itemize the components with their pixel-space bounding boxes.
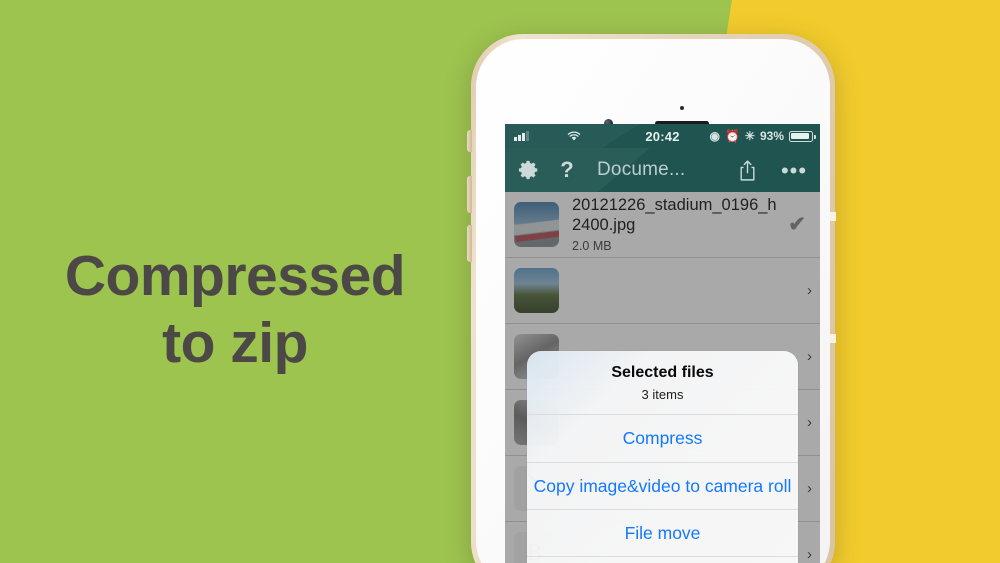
status-bar: 20:42 ◉ ⏰ ✳ 93%: [505, 124, 820, 148]
chevron-right-icon[interactable]: ›: [798, 348, 812, 365]
headline-line-2: to zip: [162, 310, 308, 375]
share-icon[interactable]: [726, 159, 768, 182]
antenna-band-top: [830, 212, 836, 221]
action-sheet-subtitle: 3 items: [641, 387, 684, 403]
file-thumbnail: [514, 202, 559, 247]
gear-icon[interactable]: [507, 159, 551, 181]
app-navigation-bar: ? Docume... •••: [505, 148, 820, 192]
status-bar-clock: 20:42: [645, 128, 680, 144]
phone-device-frame: 20:42 ◉ ⏰ ✳ 93% ? Docume... ••• 20121226…: [467, 34, 836, 563]
chevron-right-icon[interactable]: ›: [798, 480, 812, 497]
file-thumbnail: [514, 268, 559, 313]
action-file-move-button[interactable]: File move: [527, 508, 798, 556]
volume-up-button[interactable]: [467, 176, 472, 213]
action-sheet-title: Selected files: [611, 364, 714, 382]
chevron-right-icon[interactable]: ›: [798, 546, 812, 563]
action-sheet: Selected files 3 items Compress Copy ima…: [527, 351, 798, 563]
nav-bar-title: Docume...: [597, 159, 686, 180]
page-title: Compressed to zip: [0, 243, 470, 376]
file-name: 20121226_stadium_0196_h2400.jpg: [572, 195, 777, 234]
table-row[interactable]: ›: [505, 258, 820, 324]
chevron-right-icon[interactable]: ›: [798, 414, 812, 431]
ambient-sensor-icon: [680, 106, 684, 110]
app-screen: 20:42 ◉ ⏰ ✳ 93% ? Docume... ••• 20121226…: [505, 124, 820, 563]
action-copy-to-camera-roll-button[interactable]: Copy image&video to camera roll: [527, 461, 798, 509]
headline-line-1: Compressed: [64, 244, 406, 308]
question-mark-icon[interactable]: ?: [551, 157, 583, 183]
chevron-right-icon[interactable]: ›: [798, 282, 812, 299]
battery-icon: [789, 130, 816, 142]
table-row[interactable]: 20121226_stadium_0196_h2400.jpg 2.0 MB ✔: [505, 192, 820, 258]
silent-switch[interactable]: [467, 130, 472, 152]
action-sheet-header: Selected files 3 items: [527, 351, 798, 414]
antenna-band-bottom: [830, 334, 836, 343]
file-meta: 20121226_stadium_0196_h2400.jpg 2.0 MB: [559, 196, 782, 254]
ellipsis-icon[interactable]: •••: [768, 159, 820, 181]
file-size: 2.0 MB: [572, 239, 612, 254]
action-delete-button[interactable]: Delete: [527, 555, 798, 563]
action-compress-button[interactable]: Compress: [527, 414, 798, 461]
phone-bezel: 20:42 ◉ ⏰ ✳ 93% ? Docume... ••• 20121226…: [476, 39, 830, 563]
volume-down-button[interactable]: [467, 225, 472, 262]
checkmark-icon[interactable]: ✔: [782, 212, 812, 237]
